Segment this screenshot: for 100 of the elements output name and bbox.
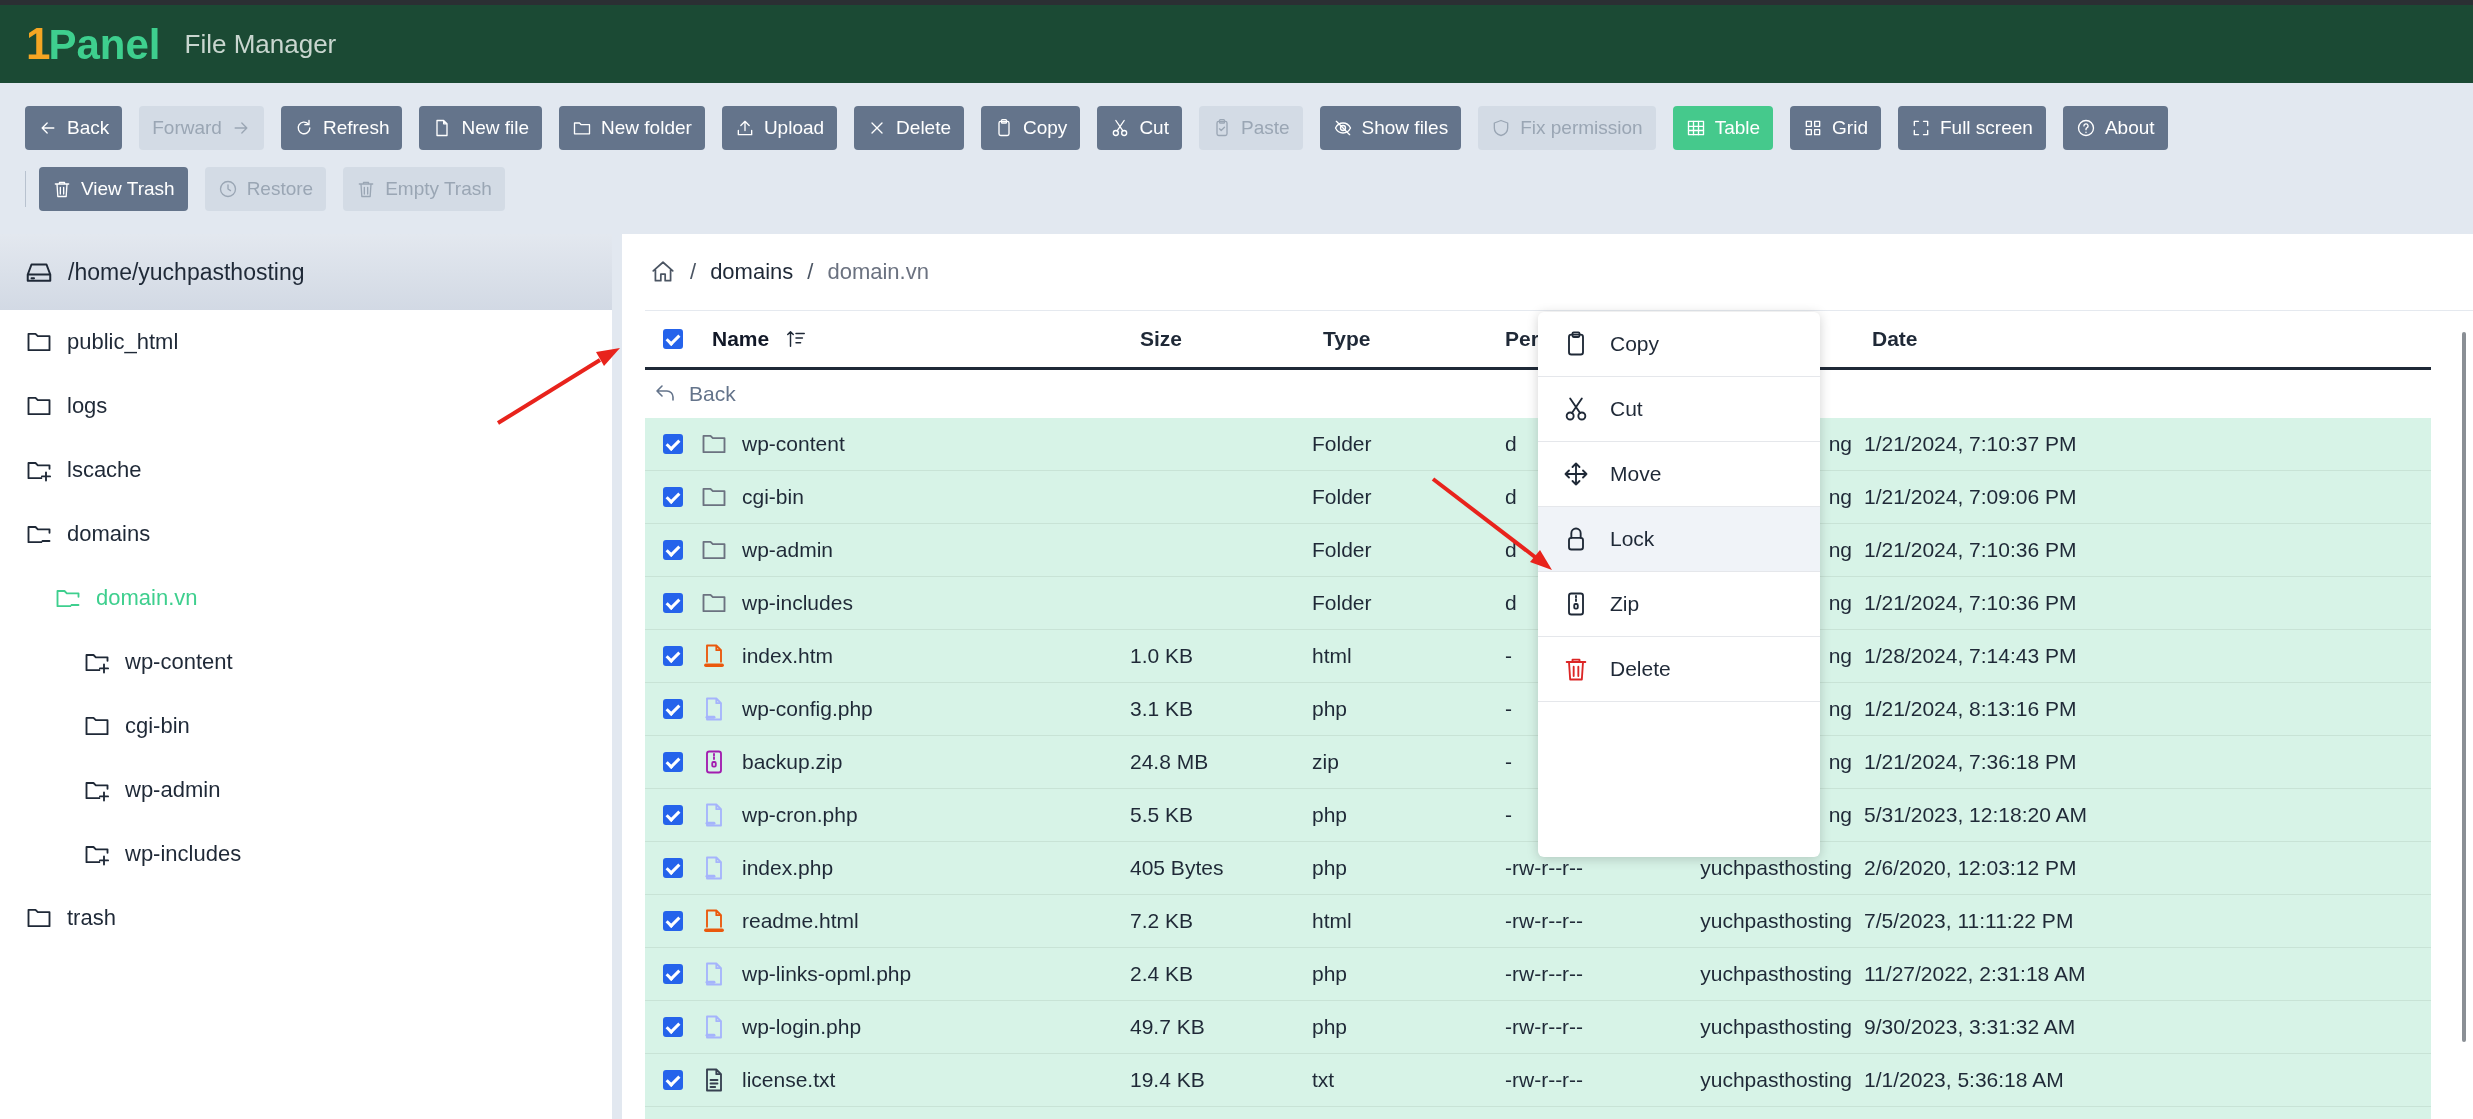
checkbox[interactable] [662,1070,683,1090]
toolbar-button[interactable]: Grid [1790,106,1881,150]
checkbox[interactable] [662,911,683,931]
table-cell: 5.5 KB [1130,803,1194,827]
table-cell: php [1312,962,1348,986]
column-header[interactable]: Type [1323,327,1371,351]
menu-item[interactable]: Lock [1538,507,1820,572]
folder-tree-item[interactable]: logs [0,374,612,438]
folder-tree-item[interactable]: wp-includes [0,822,612,886]
home-icon[interactable] [650,259,676,285]
table-cell: html [1312,909,1352,933]
table-cell: 24.8 MB [1130,750,1209,774]
folder-tree-item[interactable]: public_html [0,310,612,374]
help-icon [2075,118,2096,138]
table-cell: 3.1 KB [1130,697,1194,721]
table-cell: d [1505,591,1517,615]
sort-icon[interactable] [785,328,808,350]
app-title: File Manager [184,28,337,60]
file-name[interactable]: index.htm [742,644,834,668]
move-icon [1562,460,1590,488]
table-cell: php [1312,1015,1348,1039]
folder-tree-item[interactable]: cgi-bin [0,694,612,758]
table-cell: yuchpasthosting [1700,1068,1852,1092]
folder-tree-item[interactable]: wp-content [0,630,612,694]
column-header[interactable]: Per [1505,327,1539,351]
table-icon [1685,118,1706,138]
toolbar-button[interactable]: Copy [981,106,1081,150]
table-cell: html [1312,644,1352,668]
checkbox[interactable] [662,646,683,666]
checkbox[interactable] [662,699,683,719]
table-cell: 1.0 KB [1130,644,1194,668]
file-name[interactable]: wp-admin [742,538,834,562]
checkbox[interactable] [662,434,683,454]
table-cell: ng [1828,644,1852,668]
folder-tree-item[interactable]: trash [0,886,612,950]
eye-slash-icon [1332,118,1353,138]
table-cell: -rw-r--r-- [1505,909,1584,933]
file-name[interactable]: index.php [742,856,834,880]
table-cell: 1/21/2024, 8:13:16 PM [1864,697,2077,721]
checkbox[interactable] [662,752,683,772]
menu-item[interactable]: Cut [1538,377,1820,442]
file-name[interactable]: wp-includes [742,591,853,615]
table-cell: 1/28/2024, 7:14:43 PM [1864,644,2077,668]
toolbar-button[interactable]: Back [25,106,123,150]
table-cell: 19.4 KB [1130,1068,1205,1092]
menu-item[interactable]: Zip [1538,572,1820,637]
table-cell: 1/1/2023, 5:36:18 AM [1864,1068,2064,1092]
table-cell: php [1312,803,1348,827]
breadcrumb-separator: / [690,259,697,285]
toolbar-button[interactable]: Cut [1097,106,1182,150]
checkbox[interactable] [662,1017,683,1037]
file-name[interactable]: license.txt [742,1068,836,1092]
back-link[interactable]: Back [653,382,736,406]
column-header[interactable]: Name [712,327,770,351]
table-cell: 49.7 KB [1130,1015,1205,1039]
table-cell: yuchpasthosting [1700,1015,1852,1039]
folder-tree-item[interactable]: wp-admin [0,758,612,822]
table-cell: ng [1828,538,1852,562]
checkbox[interactable] [662,858,683,878]
table-cell: - [1505,750,1512,774]
toolbar-button[interactable]: Refresh [280,106,403,150]
file-name[interactable]: wp-links-opml.php [742,962,912,986]
table-cell: 11/27/2022, 2:31:18 AM [1864,962,2086,986]
folder-tree-item[interactable]: domains [0,502,612,566]
breadcrumb-link[interactable]: domains [710,259,794,285]
toolbar-button[interactable]: Show files [1319,106,1462,150]
toolbar-button[interactable]: Upload [721,106,838,150]
table-cell: 1/21/2024, 7:10:36 PM [1864,591,2077,615]
file-name[interactable]: cgi-bin [742,485,804,509]
checkbox[interactable] [662,805,683,825]
file-name[interactable]: wp-login.php [742,1015,862,1039]
table-cell: - [1505,644,1512,668]
checkbox[interactable] [662,329,683,349]
toolbar-button[interactable]: Full screen [1897,106,2046,150]
menu-item[interactable]: Copy [1538,312,1820,377]
file-name[interactable]: backup.zip [742,750,843,774]
file-name[interactable]: wp-cron.php [742,803,858,827]
file-name[interactable]: wp-config.php [742,697,873,721]
scrollbar[interactable] [2462,332,2466,1042]
column-header[interactable]: Date [1872,327,1918,351]
checkbox[interactable] [662,964,683,984]
folder-tree-item[interactable]: lscache [0,438,612,502]
column-header[interactable]: Size [1140,327,1183,351]
file-name[interactable]: readme.html [742,909,859,933]
checkbox[interactable] [662,593,683,613]
root-folder-item[interactable]: /home/yuchpasthosting [0,234,612,310]
table-cell: 1/21/2024, 7:10:37 PM [1864,432,2077,456]
table-cell: 1/21/2024, 7:09:06 PM [1864,485,2077,509]
toolbar-button[interactable]: View Trash [39,167,188,211]
toolbar-button[interactable]: New file [419,106,543,150]
toolbar-button[interactable]: Delete [854,106,964,150]
toolbar-button[interactable]: About [2062,106,2168,150]
checkbox[interactable] [662,540,683,560]
breadcrumb-link[interactable]: domain.vn [827,259,929,285]
table-cell: -rw-r--r-- [1505,1068,1584,1092]
menu-item[interactable]: Delete [1538,637,1820,702]
file-name[interactable]: wp-content [742,432,845,456]
toolbar-button[interactable]: New folder [559,106,705,150]
table-cell: ng [1828,697,1852,721]
checkbox[interactable] [662,487,683,507]
